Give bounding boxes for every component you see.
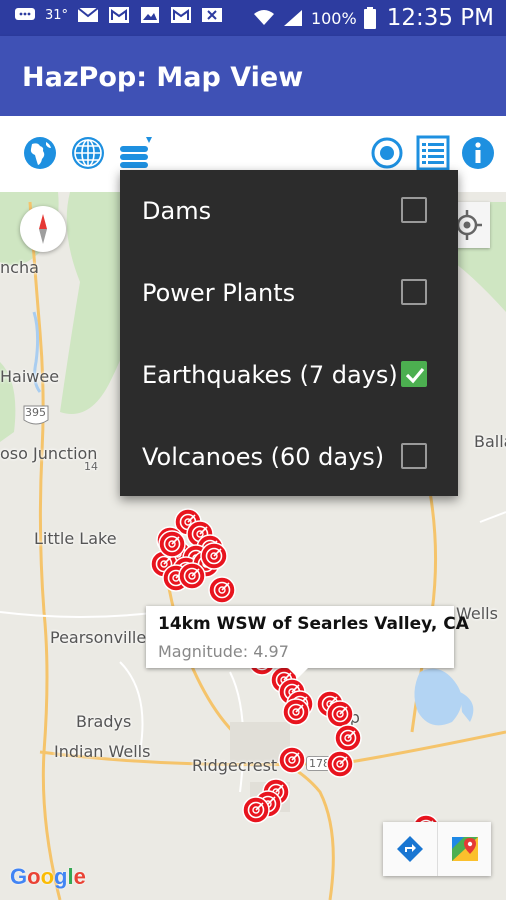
signal-icon — [283, 10, 302, 26]
menu-item-earthquakes[interactable]: Earthquakes (7 days) — [120, 334, 458, 416]
email-icon — [77, 7, 99, 22]
globe-grid-icon[interactable] — [70, 135, 106, 171]
directions-button[interactable] — [383, 822, 437, 876]
earthquake-marker[interactable] — [325, 749, 355, 779]
earthquake-marker[interactable] — [241, 795, 271, 825]
dams-checkbox[interactable] — [401, 197, 427, 223]
message-icon — [15, 8, 35, 20]
checkmark-icon — [405, 367, 425, 384]
battery-percent: 100% — [310, 8, 357, 28]
menu-item-dams[interactable]: Dams — [120, 170, 458, 252]
status-bar: 31° 100% 12:35 PM — [0, 0, 506, 36]
google-logo: Google — [10, 864, 86, 890]
place-label: Ridgecrest — [192, 756, 278, 775]
menu-item-label: Power Plants — [142, 279, 296, 307]
volcanoes-checkbox[interactable] — [401, 443, 427, 469]
compass-icon — [39, 214, 47, 244]
google-maps-icon — [451, 837, 478, 861]
place-label: Little Lake — [34, 529, 117, 548]
gmail-icon — [109, 7, 130, 23]
layers-menu: Dams Power Plants Earthquakes (7 days) V… — [120, 170, 458, 496]
directions-icon — [397, 836, 423, 862]
clock: 12:35 PM — [386, 5, 494, 31]
app-bar: HazPop: Map View — [0, 36, 506, 116]
menu-item-label: Earthquakes (7 days) — [142, 361, 398, 389]
earthquake-marker[interactable] — [277, 745, 307, 775]
info-window-title: 14km WSW of Searles Valley, CA — [158, 614, 469, 634]
route-shield-395: 395 — [25, 406, 46, 419]
info-window-pointer — [288, 668, 308, 678]
earthquakes-checkbox[interactable] — [401, 361, 427, 387]
menu-item-volcanoes[interactable]: Volcanoes (60 days) — [120, 416, 458, 498]
battery-icon — [363, 7, 376, 29]
place-label: Haiwee — [0, 367, 60, 386]
map-app-toolbar — [383, 822, 491, 876]
earthquake-marker[interactable] — [207, 575, 237, 605]
info-window-magnitude: Magnitude: 4.97 — [158, 642, 289, 661]
google-logo-text: Google — [10, 864, 86, 889]
earthquake-marker[interactable] — [199, 541, 229, 571]
globe-africa-icon[interactable] — [22, 135, 58, 171]
earthquake-marker[interactable] — [281, 697, 311, 727]
place-label: Bradys — [76, 712, 132, 731]
menu-item-label: Volcanoes (60 days) — [142, 443, 385, 471]
compass-button[interactable] — [20, 206, 66, 252]
power-plants-checkbox[interactable] — [401, 279, 427, 305]
place-label: oso Junction — [0, 444, 98, 463]
gmail-icon — [171, 7, 192, 23]
place-label: Indian Wells — [54, 742, 151, 761]
menu-item-power-plants[interactable]: Power Plants — [120, 252, 458, 334]
layers-icon[interactable] — [118, 135, 154, 171]
mail-error-icon — [202, 8, 223, 22]
page-title: HazPop: Map View — [22, 62, 304, 93]
place-label: Pearsonville — [50, 628, 147, 647]
place-label: Balla — [474, 432, 506, 451]
wifi-icon — [253, 10, 274, 25]
open-in-maps-button[interactable] — [437, 822, 491, 876]
list-icon[interactable] — [415, 135, 451, 171]
gallery-icon — [141, 7, 160, 23]
temperature-text: 31° — [45, 7, 69, 23]
earthquake-marker[interactable] — [157, 529, 187, 559]
info-icon[interactable] — [460, 135, 496, 171]
menu-item-label: Dams — [142, 197, 212, 225]
target-icon[interactable] — [369, 135, 405, 171]
place-label: ncha — [0, 258, 39, 277]
marker-info-window[interactable]: 14km WSW of Searles Valley, CA Magnitude… — [146, 606, 469, 678]
